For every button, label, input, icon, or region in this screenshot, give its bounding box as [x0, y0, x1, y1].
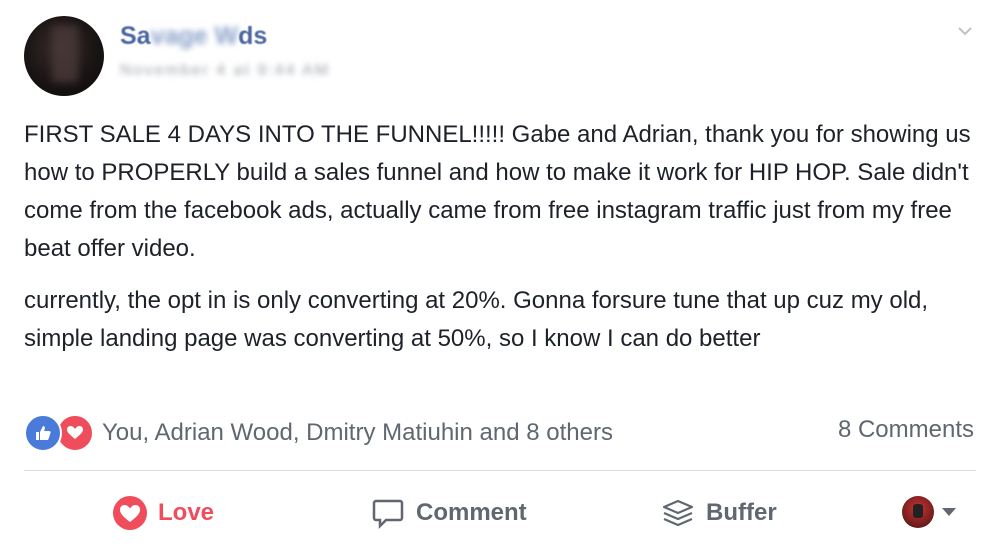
buffer-stack-icon: [662, 499, 694, 527]
love-label: Love: [158, 499, 215, 526]
author-name[interactable]: Savage Wds: [120, 22, 267, 51]
avatar: [902, 496, 934, 528]
buffer-button[interactable]: Buffer: [660, 488, 777, 538]
post-body: FIRST SALE 4 DAYS INTO THE FUNNEL!!!!! G…: [24, 116, 984, 372]
action-bar: Love Comment Buffer: [24, 488, 976, 538]
divider: [24, 470, 976, 471]
post-paragraph: FIRST SALE 4 DAYS INTO THE FUNNEL!!!!! G…: [24, 121, 971, 262]
caret-down-icon: [942, 508, 956, 516]
author-name-start: Sa: [120, 22, 151, 50]
buffer-label: Buffer: [706, 499, 777, 526]
chevron-down-icon[interactable]: [956, 22, 974, 40]
heart-icon: [113, 496, 147, 530]
comment-button[interactable]: Comment: [370, 488, 527, 538]
love-button[interactable]: Love: [112, 488, 214, 538]
post-paragraph: currently, the opt in is only converting…: [24, 287, 929, 352]
reactions-summary[interactable]: You, Adrian Wood, Dmitry Matiuhin and 8 …: [24, 414, 613, 452]
post-timestamp[interactable]: November 4 at 9:44 AM: [120, 62, 330, 80]
post-as-menu[interactable]: [902, 496, 956, 528]
reactions-text: You, Adrian Wood, Dmitry Matiuhin and 8 …: [102, 419, 613, 446]
comments-count[interactable]: 8 Comments: [838, 416, 974, 444]
author-name-blurred: vage W: [150, 22, 239, 50]
comment-bubble-icon: [372, 499, 404, 530]
like-icon: [24, 414, 62, 452]
profile-avatar[interactable]: [24, 16, 104, 96]
comment-label: Comment: [416, 499, 527, 526]
author-name-end: ds: [238, 22, 268, 50]
